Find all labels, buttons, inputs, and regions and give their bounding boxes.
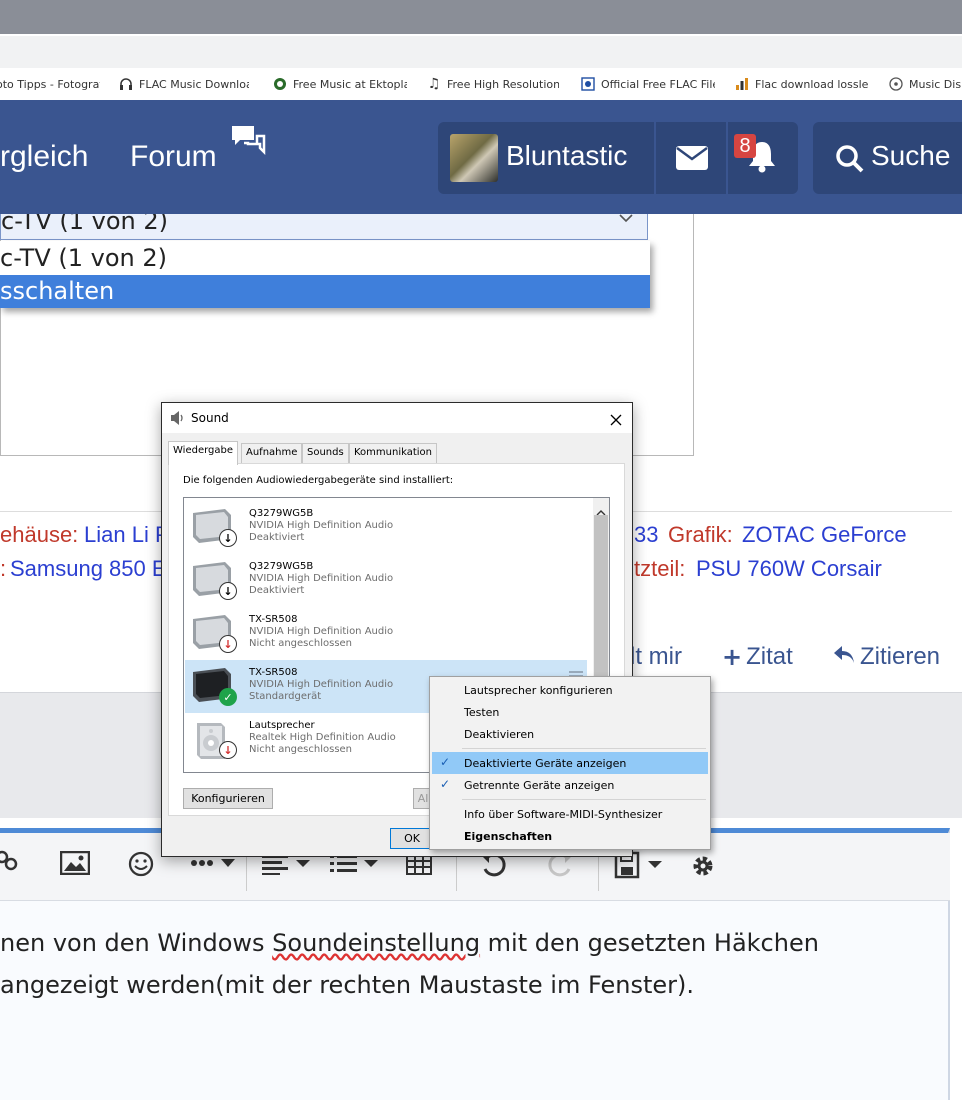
search-icon	[835, 144, 865, 178]
signature-label: tzteil:	[634, 556, 686, 581]
bookmark-item[interactable]: oto Tipps - Fotograf	[0, 76, 100, 92]
bookmarks-bar: oto Tipps - Fotograf FLAC Music Downloa …	[0, 68, 962, 100]
close-icon[interactable]	[610, 411, 622, 430]
bookmark-item[interactable]: Music Dis	[889, 76, 962, 92]
dialog-title-bar: Sound	[162, 403, 632, 433]
output-select-list: c-TV (1 von 2) sschalten	[0, 241, 650, 308]
editor-content[interactable]: nen von den Windows Soundeinstellung mit…	[0, 901, 948, 1100]
user-nav-group: Bluntastic 8	[438, 122, 798, 194]
username[interactable]: Bluntastic	[506, 140, 627, 172]
ektoplazm-icon	[273, 77, 287, 91]
speaker-icon	[170, 410, 184, 430]
equalizer-icon	[735, 77, 749, 91]
browser-toolbar-strip	[0, 34, 962, 68]
menu-separator	[462, 799, 706, 800]
menu-item-test[interactable]: Testen	[432, 701, 708, 723]
nav-item-compare[interactable]: rgleich	[0, 140, 88, 174]
editor-line: nen von den Windows Soundeinstellung mit…	[0, 929, 819, 957]
site-icon	[581, 77, 595, 91]
notification-badge: 8	[734, 134, 756, 158]
image-icon[interactable]	[59, 850, 91, 879]
device-item[interactable]: ↓ Q3279WG5B NVIDIA High Definition Audio…	[185, 501, 587, 554]
tab-sounds[interactable]: Sounds	[302, 443, 349, 463]
emoji-icon[interactable]	[128, 851, 154, 881]
envelope-icon[interactable]	[676, 146, 708, 174]
tab-communication[interactable]: Kommunikation	[349, 443, 438, 463]
chat-bubbles-icon	[230, 124, 268, 162]
disconnected-icon: ↓	[219, 635, 237, 653]
disc-icon	[889, 77, 903, 91]
menu-item-show-disconnected-devices[interactable]: ✓ Getrennte Geräte anzeigen	[432, 774, 708, 796]
check-circle-icon: ✓	[219, 688, 237, 706]
device-context-menu: Lautsprecher konfigurieren Testen Deakti…	[429, 676, 711, 850]
bookmark-item[interactable]: FLAC Music Downloa	[119, 76, 249, 92]
disconnected-icon: ↓	[219, 741, 237, 759]
ok-button[interactable]: OK	[390, 828, 434, 849]
signature-value[interactable]: Samsung 850 E	[10, 556, 167, 582]
configure-button[interactable]: Konfigurieren	[183, 788, 273, 809]
reply-icon	[832, 644, 856, 670]
signature-value[interactable]: PSU 760W Corsair	[696, 556, 882, 582]
signature-value[interactable]: Lian Li P	[84, 522, 170, 548]
nav-item-forum[interactable]: Forum	[130, 140, 217, 174]
device-item[interactable]: ↓ TX-SR508 NVIDIA High Definition Audio …	[185, 607, 587, 660]
select-option-highlighted[interactable]: sschalten	[0, 275, 650, 308]
editor-line: angezeigt werden(mit der rechten Maustas…	[0, 971, 694, 999]
quote-button[interactable]: + Zitat	[722, 643, 793, 671]
search-button[interactable]: Suche	[813, 122, 962, 194]
dialog-title: Sound	[191, 411, 229, 425]
menu-item-configure-speakers[interactable]: Lautsprecher konfigurieren	[432, 679, 708, 701]
more-options-icon[interactable]	[190, 855, 238, 875]
signature-value[interactable]: ZOTAC GeForce	[742, 522, 907, 548]
music-note-icon: ♫	[427, 76, 441, 92]
checkmark-icon: ✓	[440, 777, 451, 791]
nav-divider	[726, 122, 728, 194]
menu-item-midi-info[interactable]: Info über Software-MIDI-Synthesizer	[432, 803, 708, 825]
tab-playback[interactable]: Wiedergabe	[168, 441, 239, 465]
link-icon[interactable]	[0, 847, 20, 877]
headphones-icon	[119, 77, 133, 91]
signature-value[interactable]: 33	[634, 522, 658, 548]
menu-item-disable[interactable]: Deaktivieren	[432, 723, 708, 745]
menu-separator	[462, 748, 706, 749]
select-option[interactable]: c-TV (1 von 2)	[0, 241, 650, 275]
like-button[interactable]: lt mir	[630, 643, 682, 671]
spellcheck-word: Soundeinstellung	[272, 929, 481, 957]
signature-label: ehäuse:	[0, 522, 79, 547]
menu-item-show-disabled-devices[interactable]: ✓ Deaktivierte Geräte anzeigen	[432, 752, 708, 774]
device-item[interactable]: ↓ Q3279WG5B NVIDIA High Definition Audio…	[185, 554, 587, 607]
bookmark-item[interactable]: ♫ Free High Resolution	[427, 76, 559, 92]
menu-item-properties[interactable]: Eigenschaften	[432, 825, 708, 847]
nav-divider	[654, 122, 656, 194]
signature-label: :	[0, 556, 7, 581]
arrow-down-icon: ↓	[219, 529, 237, 547]
gear-icon[interactable]	[690, 853, 716, 883]
plus-icon: +	[722, 643, 743, 671]
bookmark-item[interactable]: Flac download lossle	[735, 76, 869, 92]
reply-button[interactable]: Zitieren	[832, 643, 940, 671]
bookmark-item[interactable]: Free Music at Ektopla	[273, 76, 407, 92]
checkmark-icon: ✓	[440, 755, 451, 769]
arrow-down-icon: ↓	[219, 582, 237, 600]
browser-title-bar	[0, 0, 962, 34]
tab-recording[interactable]: Aufnahme	[241, 443, 303, 463]
signature-label: Grafik:	[668, 522, 733, 547]
intro-text: Die folgenden Audiowiedergabegeräte sind…	[183, 475, 454, 486]
avatar[interactable]	[450, 134, 498, 182]
bookmark-item[interactable]: Official Free FLAC File	[581, 76, 715, 92]
